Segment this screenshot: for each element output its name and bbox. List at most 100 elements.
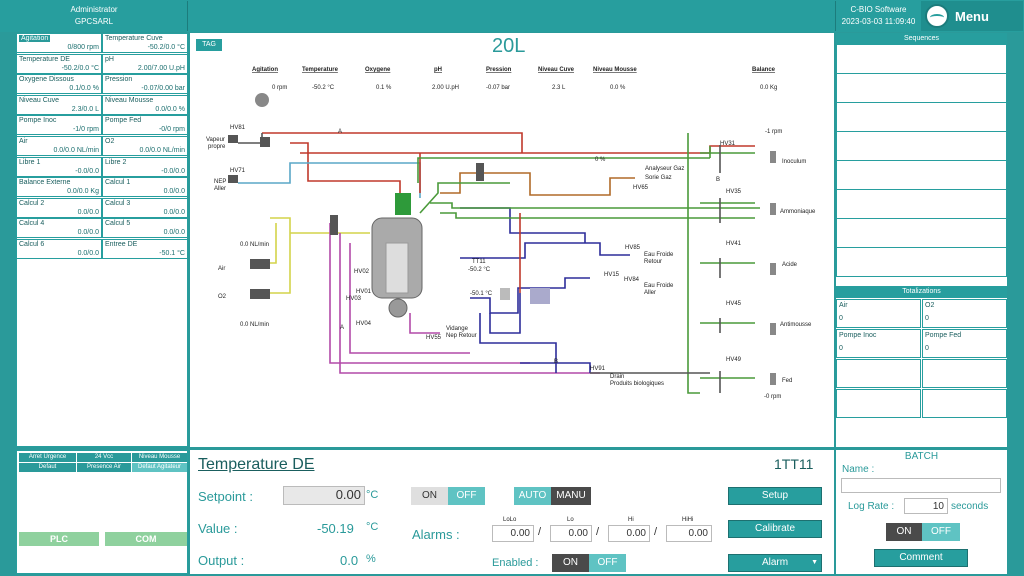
- sequence-row[interactable]: [836, 103, 1007, 132]
- val-oxygene: 0.1 %: [376, 85, 392, 91]
- param-cell[interactable]: Libre 1 -0.0/0.0: [16, 156, 102, 177]
- control-title: Temperature DE: [198, 456, 315, 473]
- sequence-row[interactable]: [836, 219, 1007, 248]
- sequence-row[interactable]: [836, 161, 1007, 190]
- lbl-hv85: HV85: [625, 245, 641, 251]
- param-cell[interactable]: Niveau Cuve 2.3/0.0 L: [16, 94, 102, 115]
- comment-button[interactable]: Comment: [874, 549, 968, 567]
- val-niveau-mousse: 0.0 %: [610, 85, 626, 91]
- param-cell[interactable]: Calcul 3 0.0/0.0: [102, 197, 188, 218]
- menu-button[interactable]: Menu: [921, 1, 1023, 31]
- param-cell[interactable]: Niveau Mousse 0.0/0.0 %: [102, 94, 188, 115]
- param-name: Calcul 5: [105, 220, 131, 228]
- lbl-vidange: Vidange: [446, 326, 469, 332]
- param-cell[interactable]: Pression -0.07/0.00 bar: [102, 74, 188, 95]
- lbl-tt2v: -50.1 °C: [470, 291, 493, 297]
- param-cell[interactable]: Balance Externe 0.0/0.0 Kg: [16, 177, 102, 198]
- param-cell[interactable]: Libre 2 -0.0/0.0: [102, 156, 188, 177]
- total-value: 0: [839, 345, 843, 352]
- param-cell[interactable]: Pompe Inoc -1/0 rpm: [16, 115, 102, 136]
- lo-input[interactable]: 0.00: [550, 525, 592, 542]
- control-panel: Temperature DE 1TT11 Setpoint : 0.00 °C …: [190, 450, 834, 574]
- param-cell[interactable]: Entree DE -50.1 °C: [102, 239, 188, 259]
- setup-button[interactable]: Setup: [728, 487, 822, 505]
- hihi-input[interactable]: 0.00: [666, 525, 712, 542]
- sequence-row[interactable]: [836, 45, 1007, 74]
- val-agitation: 0 rpm: [272, 85, 287, 91]
- hi-input[interactable]: 0.00: [608, 525, 650, 542]
- lbl-airflow: 0.0 NL/min: [240, 242, 269, 248]
- brand-box: C-BIO Software 2023-03-03 11:09:40: [835, 1, 921, 31]
- param-cell[interactable]: Pompe Fed -0/0 rpm: [102, 115, 188, 136]
- enabled-label: Enabled :: [492, 557, 539, 569]
- plc-indicator: PLC: [19, 532, 99, 546]
- lolo-input[interactable]: 0.00: [492, 525, 534, 542]
- alarm-button[interactable]: Alarm ▼: [728, 554, 822, 572]
- param-cell[interactable]: Calcul 1 0.0/0.0: [102, 177, 188, 198]
- param-cell[interactable]: pH 2.00/7.00 U.pH: [102, 53, 188, 74]
- lbl-eaufroide2: Eau Froide: [644, 283, 674, 289]
- param-name: Air: [19, 138, 28, 145]
- val-ph: 2.00 U.pH: [432, 85, 459, 91]
- enabled-on-button[interactable]: ON: [552, 554, 589, 572]
- auto-button[interactable]: AUTO: [514, 487, 551, 505]
- control-on-button[interactable]: ON: [411, 487, 448, 505]
- lograte-input[interactable]: 10: [904, 498, 948, 514]
- setpoint-input[interactable]: 0.00: [283, 486, 365, 505]
- manu-button[interactable]: MANU: [551, 487, 591, 505]
- lbl-b1: B: [716, 177, 720, 183]
- param-value: 0/800 rpm: [67, 44, 99, 51]
- param-cell[interactable]: Temperature DE -50.2/0.0 °C: [16, 53, 102, 74]
- lbl-hv71: HV71: [230, 168, 246, 174]
- lbl-drain: Drain: [610, 374, 624, 380]
- param-cell[interactable]: Calcul 5 0.0/0.0: [102, 218, 188, 239]
- control-off-button[interactable]: OFF: [448, 487, 485, 505]
- sequence-list: [836, 45, 1007, 277]
- synoptic-panel: TAG 20L Agitation Temperature Oxygene pH…: [190, 33, 834, 447]
- param-cell[interactable]: O2 0.0/0.0 NL/min: [102, 136, 188, 156]
- lbl-air: Air: [218, 266, 225, 272]
- parameter-panel: Agitation 0/800 rpm Temperature Cuve -50.2/…: [16, 33, 188, 447]
- sequence-row[interactable]: [836, 248, 1007, 277]
- param-cell[interactable]: Air 0.0/0.0 NL/min: [16, 136, 102, 156]
- calibrate-button[interactable]: Calibrate: [728, 520, 822, 538]
- seconds-label: seconds: [951, 501, 989, 512]
- totalization-cell: Air 0: [836, 299, 921, 328]
- param-cell[interactable]: Agitation 0/800 rpm: [16, 33, 102, 53]
- value-unit: °C: [366, 521, 379, 533]
- param-cell[interactable]: Calcul 2 0.0/0.0: [16, 197, 102, 218]
- lbl-hv31: HV31: [720, 141, 736, 147]
- value-readout: -50.19: [317, 521, 354, 536]
- batch-name-input[interactable]: [841, 478, 1001, 493]
- batch-off-button[interactable]: OFF: [922, 523, 960, 541]
- lbl-tt11: TT11: [472, 259, 486, 265]
- param-name: Pression: [105, 76, 133, 84]
- param-cell[interactable]: Calcul 4 0.0/0.0: [16, 218, 102, 239]
- enabled-off-button[interactable]: OFF: [589, 554, 626, 572]
- hi-label: Hi: [628, 517, 634, 523]
- head-temperature: Temperature: [302, 67, 339, 73]
- totalization-cell: Pompe Fed 0: [922, 329, 1007, 358]
- param-value: 0.0/0.0: [77, 208, 99, 216]
- sequence-row[interactable]: [836, 132, 1007, 161]
- logo-icon: [925, 4, 949, 28]
- param-value: 0.0/0.0: [163, 188, 185, 196]
- lbl-antimousse: Antimousse: [780, 322, 812, 328]
- param-cell[interactable]: Calcul 6 0.0/0.0: [16, 239, 102, 259]
- defaut-indicator: Defaut: [19, 463, 76, 472]
- value-label: Value :: [198, 521, 238, 536]
- param-cell[interactable]: Temperature Cuve -50.2/0.0 °C: [102, 33, 188, 53]
- total-name: O2: [925, 302, 935, 309]
- param-value: 0.0/0.0 Kg: [67, 188, 99, 196]
- param-cell[interactable]: Oxygene Dissous 0.1/0.0 %: [16, 74, 102, 95]
- lbl-nep: NEP: [214, 179, 226, 185]
- lbl-inoculum: Inoculum: [782, 159, 806, 165]
- batch-on-button[interactable]: ON: [886, 523, 922, 541]
- totalizations-header: Totalizations: [836, 286, 1007, 298]
- menu-label: Menu: [955, 8, 989, 24]
- hihi-label: HiHi: [682, 517, 694, 523]
- sequence-row[interactable]: [836, 74, 1007, 103]
- sequence-row[interactable]: [836, 190, 1007, 219]
- arret-urgence-indicator: Arret Urgence: [19, 453, 76, 462]
- totalization-cell: [836, 359, 921, 388]
